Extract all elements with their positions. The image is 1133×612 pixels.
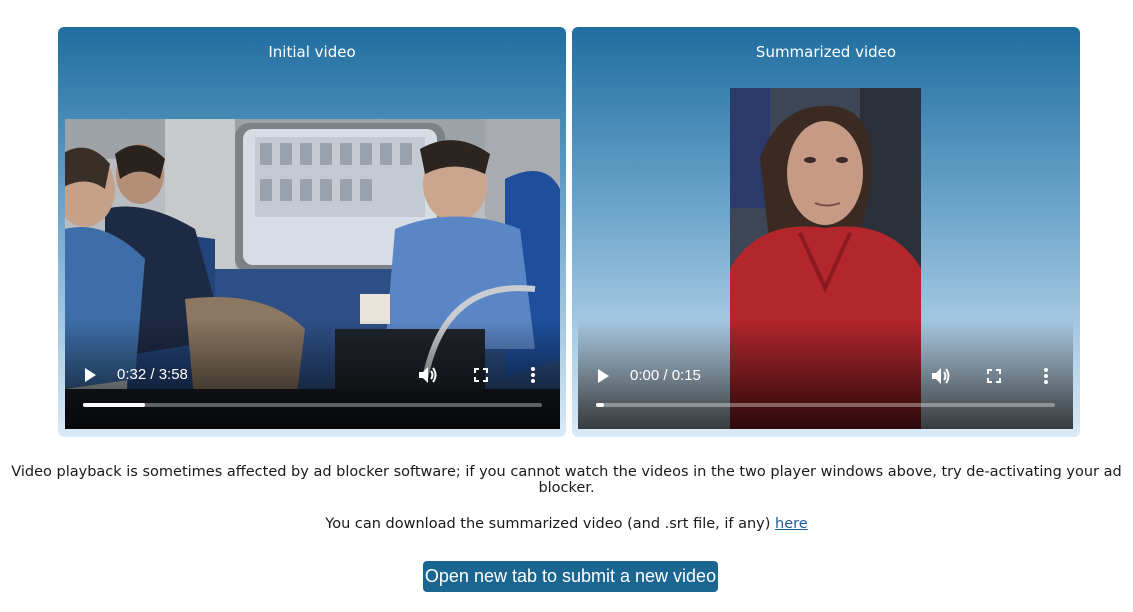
summarized-video-volume-icon[interactable] — [931, 367, 951, 385]
summarized-video-more-icon[interactable] — [1043, 368, 1049, 384]
summarized-video-progress-bar[interactable] — [596, 403, 1055, 407]
summarized-video-panel: Summarized video 0:00 / 0:15 — [572, 27, 1080, 437]
summarized-video-player[interactable]: 0:00 / 0:15 — [578, 88, 1073, 429]
initial-video-play-icon[interactable] — [83, 368, 97, 382]
initial-video-player[interactable]: 0:32 / 3:58 — [65, 119, 560, 429]
initial-video-progress-bar[interactable] — [83, 403, 542, 407]
summarized-video-time: 0:00 / 0:15 — [630, 367, 701, 384]
summarized-video-play-icon[interactable] — [596, 369, 610, 383]
initial-video-volume-icon[interactable] — [418, 366, 438, 384]
initial-video-time: 0:32 / 3:58 — [117, 366, 188, 383]
download-notice: You can download the summarized video (a… — [0, 516, 1133, 532]
download-text: You can download the summarized video (a… — [325, 516, 771, 532]
submit-new-video-button[interactable]: Open new tab to submit a new video — [423, 561, 718, 592]
summarized-video-progress-fill — [596, 403, 604, 407]
initial-video-fullscreen-icon[interactable] — [474, 368, 488, 382]
initial-video-more-icon[interactable] — [530, 367, 536, 383]
summarized-video-title: Summarized video — [755, 43, 897, 61]
ad-blocker-notice: Video playback is sometimes affected by … — [11, 464, 1122, 496]
initial-video-panel: Initial video 0:32 / 3:58 — [58, 27, 566, 437]
page: Initial video 0:32 / 3:58 Summarized vid… — [0, 0, 1133, 612]
initial-video-title: Initial video — [268, 43, 356, 61]
summarized-video-fullscreen-icon[interactable] — [987, 369, 1001, 383]
initial-video-progress-fill — [83, 403, 145, 407]
download-link[interactable]: here — [775, 516, 808, 532]
